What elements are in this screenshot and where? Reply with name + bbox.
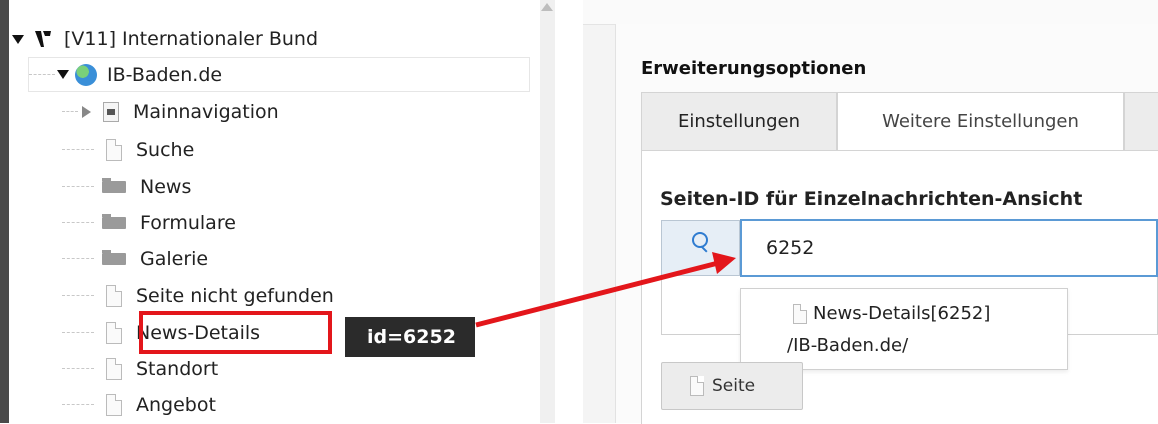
page-icon (106, 394, 122, 416)
tab-label: Einstellungen (677, 111, 801, 132)
panel-top-strip (583, 0, 1158, 25)
tree-item-angebot[interactable]: Angebot (62, 390, 522, 420)
field-label: Seiten-ID für Einzelnachrichten-Ansicht (660, 188, 1083, 210)
tree-item-seite-nicht-gefunden[interactable]: Seite nicht gefunden (62, 281, 522, 311)
tab-more[interactable] (1124, 92, 1158, 150)
collapse-toggle-icon[interactable] (12, 34, 24, 44)
tree-connector (62, 222, 94, 224)
tree-item-formulare[interactable]: Formulare (62, 208, 522, 238)
page-icon (106, 322, 122, 344)
tree-item-label: Galerie (140, 248, 209, 270)
highlight-box (139, 311, 332, 354)
page-browse-button[interactable]: Seite (661, 362, 803, 410)
tree-connector (62, 111, 78, 113)
tree-item-label: Suche (136, 139, 195, 161)
search-button[interactable] (661, 220, 740, 276)
tree-scrollbar[interactable] (540, 0, 555, 423)
tree-root-node[interactable]: [V11] Internationaler Bund (12, 24, 532, 54)
folder-icon (102, 250, 126, 265)
autocomplete-dropdown: News-Details[6252] /IB-Baden.de/ (740, 288, 1068, 370)
globe-icon (75, 63, 97, 86)
shortcut-page-icon (103, 102, 119, 122)
page-icon (106, 285, 122, 307)
tab-label: Weitere Einstellungen (882, 111, 1079, 132)
tree-item-label: Seite nicht gefunden (136, 285, 334, 307)
suggestion-title: News-Details[6252] (813, 303, 991, 324)
expand-toggle-icon[interactable] (82, 106, 91, 118)
tree-item-label: Standort (136, 358, 219, 380)
page-icon (793, 303, 807, 324)
tree-item-label: Mainnavigation (133, 101, 279, 123)
suggestion-path: /IB-Baden.de/ (787, 335, 909, 356)
page-id-tooltip: id=6252 (345, 317, 475, 357)
tree-item-suche[interactable]: Suche (62, 135, 522, 165)
page-icon (106, 358, 122, 380)
tree-left-bar (0, 0, 9, 423)
tree-item-label: News (140, 176, 192, 198)
tree-item-standort[interactable]: Standort (62, 354, 522, 384)
tree-connector (62, 295, 94, 297)
tab-weitere-einstellungen[interactable]: Weitere Einstellungen (837, 92, 1124, 150)
tree-site-node[interactable]: IB-Baden.de (28, 57, 530, 92)
tree-connector (29, 73, 55, 76)
tree-connector (62, 258, 94, 260)
folder-icon (102, 178, 126, 193)
page-icon (106, 139, 122, 161)
tree-connector (62, 368, 94, 370)
tree-item-mainnavigation[interactable]: Mainnavigation (62, 97, 522, 127)
suggestion-item[interactable]: News-Details[6252] (793, 303, 990, 324)
section-title: Erweiterungsoptionen (641, 58, 867, 79)
page-button-label: Seite (712, 376, 756, 396)
tree-connector (62, 149, 94, 151)
page-id-input[interactable] (740, 219, 1158, 277)
scroll-up-arrow-icon[interactable] (541, 3, 553, 11)
tree-site-label: IB-Baden.de (107, 63, 223, 86)
page-icon (690, 376, 704, 396)
collapse-toggle-icon[interactable] (57, 70, 69, 79)
tab-einstellungen[interactable]: Einstellungen (641, 92, 837, 150)
tree-connector (62, 332, 94, 334)
tooltip-text: id=6252 (367, 326, 456, 348)
tree-item-label: Angebot (136, 394, 216, 416)
tree-item-news[interactable]: News (62, 172, 522, 202)
tree-connector (62, 404, 94, 406)
tree-item-galerie[interactable]: Galerie (62, 244, 522, 274)
tree-item-label: Formulare (140, 212, 236, 234)
typo3-logo-icon (35, 31, 51, 47)
folder-icon (102, 214, 126, 229)
tree-root-label: [V11] Internationaler Bund (64, 28, 319, 50)
page-tree-panel: [V11] Internationaler Bund IB-Baden.de M… (0, 0, 555, 423)
tree-connector (62, 186, 94, 188)
tab-bar: Einstellungen Weitere Einstellungen (641, 92, 1158, 150)
